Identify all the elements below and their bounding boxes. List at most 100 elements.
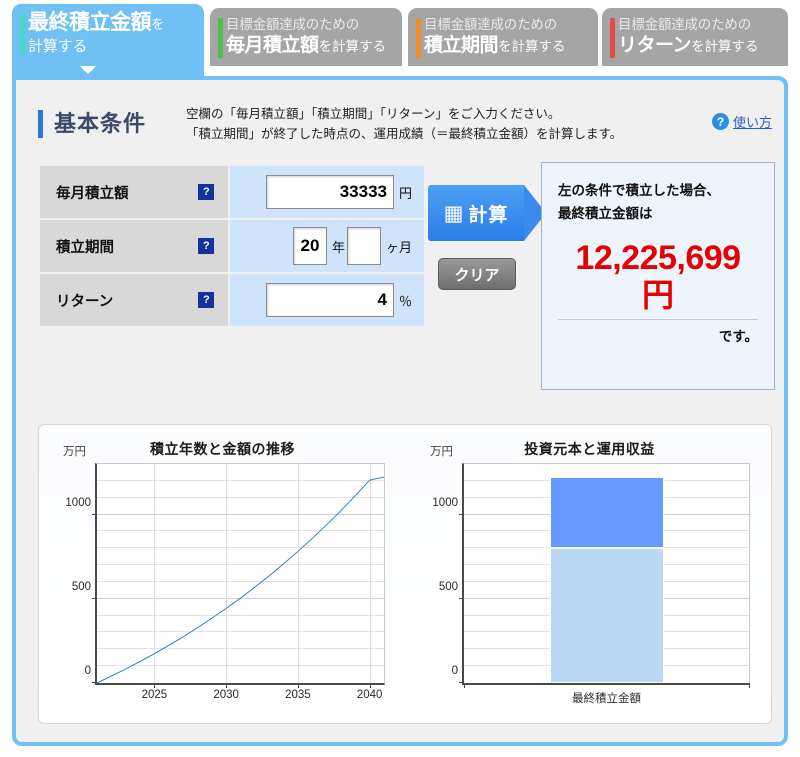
- tab-return[interactable]: 目標金額達成のための リターンを計算する: [602, 8, 788, 66]
- tab-label-suffix: を計算する: [498, 39, 566, 54]
- input-unit-primary: 円: [398, 185, 412, 201]
- input-label-cell: リターン?: [37, 272, 231, 328]
- input-field-2-primary[interactable]: [265, 283, 394, 317]
- chart-x-tick-mark: [297, 683, 299, 688]
- help-tooltip-icon[interactable]: ?: [198, 238, 215, 254]
- input-field-1-primary[interactable]: [292, 227, 327, 265]
- tab-label-emphasis: 毎月積立額: [226, 35, 319, 56]
- tab-label-suffix: を: [151, 17, 165, 32]
- input-unit-primary: ％: [398, 293, 412, 309]
- result-currency-unit: 円: [641, 277, 674, 313]
- chart-plot-area: 0 500 1000 2025 2030 2035 2040: [65, 463, 385, 701]
- condition-description: 空欄の「毎月積立額」「積立期間」「リターン」をご入力ください。 「積立期間」が終…: [186, 104, 622, 144]
- tab-accent-bar: [218, 18, 223, 58]
- chart-y-axis-label: 万円: [430, 446, 453, 458]
- charts-panel: 積立年数と金額の推移 万円 0 500 1000 2025 2030 2035 2040 投資元…: [38, 424, 772, 724]
- help-link-label: 使い方: [732, 115, 772, 130]
- question-mark-icon: ?: [711, 113, 729, 130]
- chart-y-axis-label: 万円: [63, 446, 86, 458]
- tab-label-suffix: を計算する: [691, 39, 759, 54]
- chart-x-category-label: 最終積立金額: [572, 693, 641, 705]
- input-label-cell: 毎月積立額?: [37, 164, 231, 220]
- chart-x-tick-mark: [226, 683, 228, 688]
- tab-accent-bar: [416, 18, 421, 58]
- chart-x-tick-mark: [464, 683, 465, 688]
- chart-y-tick-label: 1000: [432, 496, 458, 509]
- calculate-button-label: 計算: [468, 204, 509, 226]
- input-label: 毎月積立額: [56, 185, 129, 202]
- calculator-icon: ▦: [443, 201, 464, 225]
- chart-title: 投資元本と運用収益: [524, 441, 655, 457]
- chart-x-tick-label: 2025: [141, 689, 168, 701]
- chart-x-tick-mark: [154, 683, 156, 688]
- chart-y-tick-label: 500: [438, 580, 458, 593]
- calculate-button[interactable]: ▦ 計算: [428, 185, 524, 241]
- chart-x-tick-mark: [369, 683, 371, 688]
- tab-label-line2: 毎月積立額を計算する: [226, 34, 396, 59]
- chart-x-tick-label: 2040: [356, 689, 383, 701]
- result-divider: [558, 319, 758, 320]
- input-value-cell: 年 ヶ月: [228, 218, 426, 274]
- bar-chart: 投資元本と運用収益 万円 0 500 1000 最終積立金額: [406, 425, 773, 725]
- input-unit-secondary: ヶ月: [385, 239, 412, 255]
- page-title: 基本条件: [38, 110, 146, 138]
- tab-label-line1: 目標金額達成のための: [424, 17, 557, 32]
- input-field-1-secondary[interactable]: [346, 227, 381, 265]
- condition-description-line2: 「積立期間」が終了した時点の、運用成績（＝最終積立金額）を計算します。: [186, 127, 623, 141]
- input-row: リターン? ％: [37, 272, 426, 328]
- help-tooltip-icon[interactable]: ?: [198, 292, 215, 308]
- tab-label-emphasis: 最終積立金額: [28, 11, 152, 34]
- input-table: 毎月積立額? 円積立期間? 年 ヶ月リターン? ％: [37, 164, 426, 328]
- input-field-0-primary[interactable]: [265, 175, 394, 209]
- chart-title: 積立年数と金額の推移: [150, 441, 295, 457]
- tab-label-line1: 目標金額達成のための: [226, 17, 359, 32]
- clear-button-label: クリア: [454, 266, 500, 284]
- tab-bar: 最終積立金額を 計算する 目標金額達成のための 毎月積立額を計算する 目標金額達成のため…: [0, 0, 800, 80]
- bar-segment: [549, 477, 664, 549]
- help-tooltip-icon[interactable]: ?: [198, 184, 215, 200]
- result-line-1: 左の条件で積立した場合、: [558, 183, 720, 198]
- bar-segment: [549, 548, 664, 683]
- tab-accent-bar: [610, 18, 615, 58]
- tab-label-line2: 最終積立金額を: [28, 11, 198, 37]
- chart-y-tick-label: 0: [451, 665, 458, 677]
- tab-label-line2: リターンを計算する: [618, 34, 782, 59]
- clear-button[interactable]: クリア: [438, 258, 516, 290]
- result-line-2: 最終積立金額は: [558, 206, 653, 221]
- tab-label-emphasis: リターン: [618, 35, 692, 56]
- chart-x-tick-mark: [749, 683, 750, 688]
- chart-x-tick-label: 2030: [213, 689, 239, 701]
- main-panel: 基本条件 空欄の「毎月積立額」「積立期間」「リターン」をご入力ください。 「積立…: [12, 76, 788, 746]
- result-box: 左の条件で積立した場合、 最終積立金額は 12,225,699 円 です。: [541, 162, 775, 390]
- input-label: 積立期間: [56, 239, 114, 256]
- basic-condition-header: 基本条件 空欄の「毎月積立額」「積立期間」「リターン」をご入力ください。 「積立…: [38, 104, 778, 152]
- input-row: 毎月積立額? 円: [37, 164, 426, 220]
- chart-line-series: [97, 464, 384, 683]
- chart-y-tick-mark: [459, 513, 464, 515]
- tab-final-amount[interactable]: 最終積立金額を 計算する: [12, 4, 204, 76]
- chart-y-tick-label: 0: [84, 665, 91, 677]
- line-chart: 積立年数と金額の推移 万円 0 500 1000 2025 2030 2035 2040: [39, 425, 406, 725]
- tab-monthly-amount[interactable]: 目標金額達成のための毎月積立額を計算する: [210, 8, 402, 66]
- result-amount: 12,225,699: [575, 239, 741, 277]
- tab-period[interactable]: 目標金額達成のための積立期間を計算する: [408, 8, 598, 66]
- result-suffix: です。: [718, 329, 758, 344]
- input-value-cell: 円: [228, 164, 426, 220]
- chart-plot-area: 0 500 1000 最終積立金額: [432, 463, 750, 705]
- input-row: 積立期間? 年 ヶ月: [37, 218, 426, 274]
- tab-label-emphasis: 積立期間: [424, 35, 499, 56]
- help-link[interactable]: ? 使い方: [711, 112, 772, 131]
- chart-y-tick-label: 500: [71, 580, 91, 593]
- input-unit-primary: 年: [331, 239, 345, 255]
- condition-description-line1: 空欄の「毎月積立額」「積立期間」「リターン」をご入力ください。: [186, 107, 561, 121]
- tab-selected-arrow-icon: [80, 66, 96, 74]
- chart-x-tick-label: 2035: [285, 689, 311, 701]
- input-label-cell: 積立期間?: [37, 218, 231, 274]
- input-label: リターン: [56, 293, 114, 310]
- tab-label-suffix: を計算する: [318, 39, 387, 54]
- chart-y-tick-label: 1000: [65, 496, 91, 509]
- chart-y-tick-mark: [459, 597, 464, 599]
- tab-label-line3: 計算する: [28, 38, 88, 55]
- input-value-cell: ％: [228, 272, 426, 328]
- tab-accent-bar: [20, 14, 25, 54]
